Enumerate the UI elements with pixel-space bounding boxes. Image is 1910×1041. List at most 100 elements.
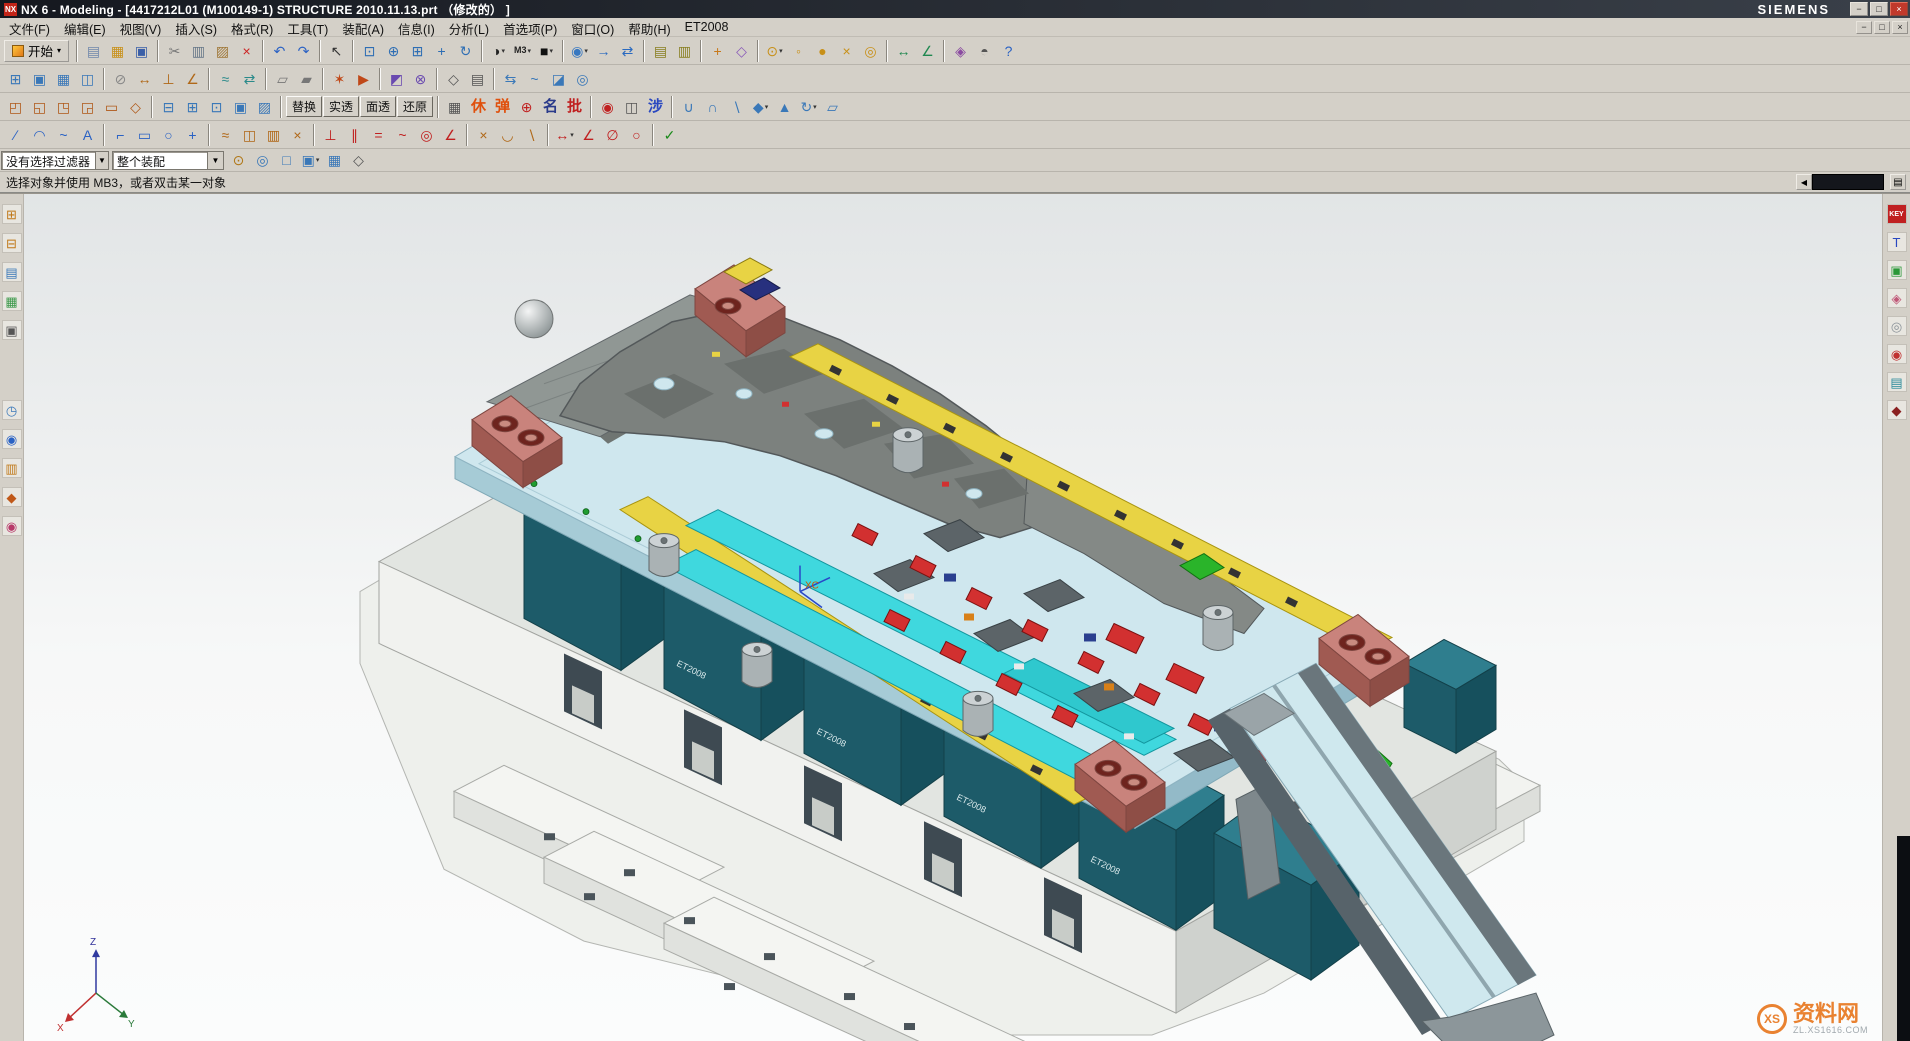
menu-window-button[interactable]: 窗口(O) — [564, 18, 621, 36]
inside-selection-icon[interactable]: ▣▾ — [299, 150, 322, 170]
start-button[interactable]: 开始 ▾ — [4, 40, 69, 62]
move-component-icon[interactable]: ↔ — [133, 68, 156, 90]
close-button[interactable]: × — [1890, 2, 1908, 16]
menu-view-button[interactable]: 视图(V) — [113, 18, 169, 36]
selection-scope-dropdown-icon[interactable]: ▼ — [207, 152, 223, 169]
menu-analysis-button[interactable]: 分析(L) — [442, 18, 496, 36]
die-engineering-icon[interactable]: ◰ — [4, 96, 27, 118]
fit-view-icon[interactable]: ⊡ — [358, 40, 381, 62]
replace-display-button[interactable]: 替换 — [286, 96, 322, 117]
spring-mode-button[interactable]: 弹 — [491, 96, 514, 118]
pattern-curve-icon[interactable]: ▥ — [262, 124, 285, 146]
menu-format-button[interactable]: 格式(R) — [224, 18, 280, 36]
parallel-constraint-icon[interactable]: ∥ — [343, 124, 366, 146]
text-icon[interactable]: A — [76, 124, 99, 146]
selection-filter-combo[interactable]: 没有选择过滤器 ▼ — [1, 151, 109, 170]
angular-dimension-icon[interactable]: ∠ — [577, 124, 600, 146]
maximize-button[interactable]: □ — [1870, 2, 1888, 16]
interpart-link-icon[interactable]: ⇄ — [238, 68, 261, 90]
rotate-view-icon[interactable]: ↻ — [454, 40, 477, 62]
help-context-icon[interactable]: ? — [997, 40, 1020, 62]
part-navigator-icon[interactable]: ▤ — [2, 262, 22, 282]
pressure-pad-icon[interactable]: ⊟ — [157, 96, 180, 118]
radial-dimension-icon[interactable]: ○ — [625, 124, 648, 146]
finish-sketch-icon[interactable]: ✓ — [658, 124, 681, 146]
top-level-only-icon[interactable]: □ — [275, 150, 298, 170]
menu-help-button[interactable]: 帮助(H) — [621, 18, 677, 36]
text-tool-icon[interactable]: T — [1887, 232, 1907, 252]
punch-design-icon[interactable]: ◳ — [52, 96, 75, 118]
show-degrees-of-freedom-icon[interactable]: ∠ — [181, 68, 204, 90]
scrap-design-icon[interactable]: ◇ — [124, 96, 147, 118]
core-tool-icon[interactable]: ∩ — [701, 96, 724, 118]
lifter-design-icon[interactable]: ⊞ — [181, 96, 204, 118]
datum-plane-icon[interactable]: ◇ — [730, 40, 753, 62]
selection-preferences-icon[interactable]: ◇ — [347, 150, 370, 170]
restore-panel-icon[interactable]: ▤ — [1890, 174, 1906, 190]
scrollbar-track[interactable] — [1897, 836, 1910, 1041]
selection-filter-dropdown-icon[interactable]: ▼ — [95, 152, 108, 169]
insert-tool-icon[interactable]: ◈ — [1887, 288, 1907, 308]
menu-preferences-button[interactable]: 首选项(P) — [496, 18, 564, 36]
mold-wizard-icon[interactable]: ◆▾ — [749, 96, 772, 118]
layer-in-view-icon[interactable]: ▥ — [673, 40, 696, 62]
assembly-constraints-icon[interactable]: ⊥ — [157, 68, 180, 90]
snap-settings-icon[interactable]: ⊙ — [227, 150, 250, 170]
object-display-color-icon[interactable]: ■▾ — [535, 40, 558, 62]
inferred-dimension-icon[interactable]: ↔▾ — [553, 124, 576, 146]
crossing-selection-icon[interactable]: ▦ — [323, 150, 346, 170]
save-file-icon[interactable]: ▣ — [130, 40, 153, 62]
roles-icon[interactable]: ◉ — [2, 516, 22, 536]
die-base-icon[interactable]: ◱ — [28, 96, 51, 118]
check-interference-icon[interactable]: ⊗ — [409, 68, 432, 90]
strip-layout-icon[interactable]: ▭ — [100, 96, 123, 118]
rendering-style-icon[interactable]: ◑▾ — [487, 40, 510, 62]
highlight-toggle-icon[interactable]: ◎ — [251, 150, 274, 170]
redo-icon[interactable]: ↷ — [292, 40, 315, 62]
history-palette-icon[interactable]: ◷ — [2, 400, 22, 420]
trim-tool-icon[interactable]: ∖ — [725, 96, 748, 118]
wcs-orient-icon[interactable]: + — [706, 40, 729, 62]
ball-detail[interactable] — [515, 300, 553, 338]
clearance-analysis-icon[interactable]: ◩ — [385, 68, 408, 90]
web-browser-icon[interactable]: ◉ — [2, 429, 22, 449]
reuse-library-icon[interactable]: ▣ — [2, 320, 22, 340]
user-palette-icon[interactable]: ▥ — [2, 458, 22, 478]
product-outline-icon[interactable]: ◇ — [442, 68, 465, 90]
measure-distance-icon[interactable]: ↔ — [892, 40, 915, 62]
operation-navigator-icon[interactable]: ▦ — [2, 291, 22, 311]
arc-icon[interactable]: ◠ — [28, 124, 51, 146]
menu-assemblies-button[interactable]: 装配(A) — [335, 18, 391, 36]
batch-mode-button[interactable]: 批 — [563, 96, 586, 118]
child-minimize-button[interactable]: − — [1856, 21, 1872, 34]
menu-et2008-button[interactable]: ET2008 — [678, 18, 736, 36]
assembly-sequence-icon[interactable]: ▶ — [352, 68, 375, 90]
show-hide-icon[interactable]: ◉▾ — [568, 40, 591, 62]
layer-settings-icon[interactable]: ▤ — [649, 40, 672, 62]
intersection-curve-icon[interactable]: × — [286, 124, 309, 146]
deformable-part-icon[interactable]: ~ — [523, 68, 546, 90]
point-icon[interactable]: + — [181, 124, 204, 146]
standard-parts-icon[interactable]: ▣ — [229, 96, 252, 118]
menu-edit-button[interactable]: 编辑(E) — [57, 18, 113, 36]
intersection-snap-icon[interactable]: × — [835, 40, 858, 62]
equal-constraint-icon[interactable]: = — [367, 124, 390, 146]
face-translucent-button[interactable]: 面透 — [360, 96, 396, 117]
chamfer-icon[interactable]: ∖ — [520, 124, 543, 146]
add-component-icon[interactable]: ⊞ — [4, 68, 27, 90]
menu-file-button[interactable]: 文件(F) — [2, 18, 57, 36]
suppress-component-icon[interactable]: ⊘ — [109, 68, 132, 90]
menu-information-button[interactable]: 信息(I) — [391, 18, 442, 36]
arrangements-icon[interactable]: ▰ — [295, 68, 318, 90]
perpendicular-constraint-icon[interactable]: ⊥ — [319, 124, 342, 146]
assembly-navigator-icon[interactable]: ⊞ — [2, 204, 22, 224]
selection-scope-combo[interactable]: 整个装配 ▼ — [112, 151, 224, 170]
child-close-button[interactable]: × — [1892, 21, 1908, 34]
quick-trim-icon[interactable]: × — [472, 124, 495, 146]
fillet-icon[interactable]: ◡ — [496, 124, 519, 146]
guide-design-icon[interactable]: ⊡ — [205, 96, 228, 118]
mirror-assembly-icon[interactable]: ◫ — [76, 68, 99, 90]
red-marker-icon[interactable]: ◉ — [596, 96, 619, 118]
substitute-component-icon[interactable]: ⇆ — [499, 68, 522, 90]
menu-tools-button[interactable]: 工具(T) — [280, 18, 335, 36]
